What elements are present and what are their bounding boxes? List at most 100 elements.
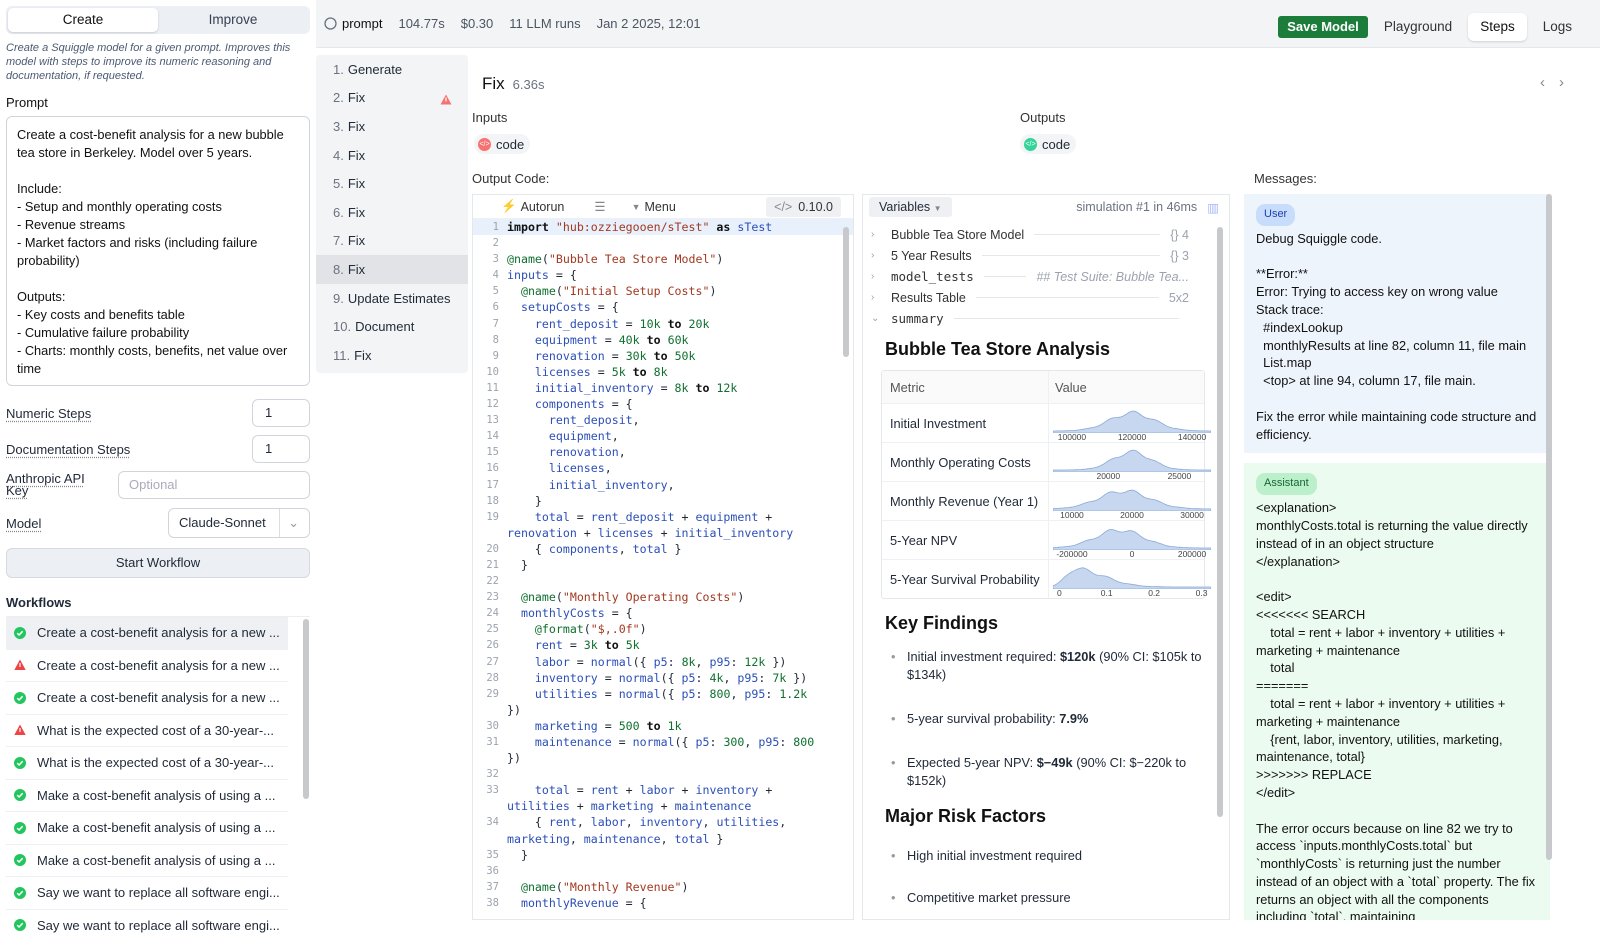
workflow-item[interactable]: Say we want to replace all software engi… xyxy=(6,910,288,935)
workflow-item[interactable]: Create a cost-benefit analysis for a new… xyxy=(6,617,288,650)
tick-label: 10000 xyxy=(1060,510,1084,520)
step-item[interactable]: 11. Fix xyxy=(316,341,468,370)
numeric-steps-input[interactable]: 1 xyxy=(252,399,310,427)
start-workflow-button[interactable]: Start Workflow xyxy=(6,548,310,578)
distribution-cell[interactable]: 10000 20000 30000 xyxy=(1049,482,1211,520)
variable-row[interactable]: › Bubble Tea Store Model {} 4 xyxy=(863,224,1229,245)
step-item[interactable]: 5. Fix xyxy=(316,169,468,198)
code-line: 35 } xyxy=(473,847,853,863)
step-label: Fix xyxy=(347,118,366,134)
code-line: 27 labor = normal({ p5: 8k, p95: 12k }) xyxy=(473,654,853,670)
tab-logs[interactable]: Logs xyxy=(1531,13,1584,41)
step-item[interactable]: 9. Update Estimates xyxy=(316,284,468,313)
line-number: 9 xyxy=(492,349,499,362)
step-item[interactable]: 3. Fix xyxy=(316,112,468,141)
step-item[interactable]: 10. Document xyxy=(316,312,468,341)
step-label: Fix xyxy=(347,204,366,220)
table-row: Initial Investment 100000 120000 140000 xyxy=(882,403,1211,442)
line-number: 6 xyxy=(492,301,499,314)
line-number: 26 xyxy=(486,639,499,652)
tab-create[interactable]: Create xyxy=(8,8,158,32)
chevron-right-icon[interactable]: › xyxy=(871,271,891,282)
menu-button[interactable]: Menu xyxy=(645,200,676,214)
line-number: 30 xyxy=(486,719,499,732)
chevron-left-icon[interactable]: ‹ xyxy=(1540,74,1559,91)
metric-name: 5-Year NPV xyxy=(882,521,1049,559)
finding-value: $−49k xyxy=(1036,755,1073,770)
output-code-chip[interactable]: </> code xyxy=(1020,134,1077,154)
step-item[interactable]: 1. Generate xyxy=(316,55,468,84)
chevron-right-icon[interactable]: › xyxy=(1559,74,1578,91)
workflow-item[interactable]: What is the expected cost of a 30-year-.… xyxy=(6,747,288,780)
panel-icon[interactable]: ▥ xyxy=(1207,200,1219,215)
distribution-cell[interactable]: 100000 120000 140000 xyxy=(1049,404,1211,442)
variable-row[interactable]: ⌄ summary xyxy=(863,308,1229,329)
chevron-right-icon[interactable]: › xyxy=(871,229,891,240)
tab-improve[interactable]: Improve xyxy=(158,8,308,32)
variable-row[interactable]: › Results Table 5x2 xyxy=(863,287,1229,308)
workflow-item[interactable]: What is the expected cost of a 30-year-.… xyxy=(6,715,288,747)
distribution-cell[interactable]: -200000 0 200000 xyxy=(1049,521,1211,559)
tab-playground[interactable]: Playground xyxy=(1372,13,1464,41)
code-line: 2 xyxy=(473,235,853,251)
workflow-scrollbar[interactable] xyxy=(302,617,310,934)
step-item[interactable]: 2. Fix xyxy=(316,84,468,113)
messages-scrollbar[interactable] xyxy=(1546,194,1554,864)
step-label: Document xyxy=(355,319,415,335)
header-value: Value xyxy=(1055,379,1087,395)
editor-scrollbar[interactable] xyxy=(843,227,849,357)
workflow-item[interactable]: Make a cost-benefit analysis of using a … xyxy=(6,780,288,812)
input-code-chip[interactable]: </> code xyxy=(474,134,531,154)
workflow-list: Create a cost-benefit analysis for a new… xyxy=(6,616,310,934)
save-model-button[interactable]: Save Model xyxy=(1278,16,1368,38)
autorun-toggle[interactable]: Autorun xyxy=(521,200,565,214)
code-line: 5 @name("Initial Setup Costs") xyxy=(473,283,853,299)
workflow-item[interactable]: Make a cost-benefit analysis of using a … xyxy=(6,845,288,877)
distribution-cell[interactable]: 0 0.1 0.2 0.3 xyxy=(1049,560,1211,598)
variables-dropdown[interactable]: Variables ▼ xyxy=(869,197,952,217)
editor-toolbar: ⚡ Autorun ☰ ▼ Menu </> 0.10.0 xyxy=(473,195,853,219)
code-lines[interactable]: 1 import "hub:ozziegooen/sTest" as sTest 2… xyxy=(473,219,853,919)
variable-row[interactable]: › 5 Year Results {} 3 xyxy=(863,245,1229,266)
api-key-input[interactable]: Optional xyxy=(118,471,310,499)
chevron-right-icon[interactable]: › xyxy=(871,250,891,261)
warning-icon xyxy=(440,93,452,108)
prompt-textarea[interactable]: Create a cost-benefit analysis for a new… xyxy=(6,116,310,386)
code-line: 6 setupCosts = { xyxy=(473,299,853,315)
step-item[interactable]: 7. Fix xyxy=(316,227,468,256)
step-item[interactable]: 6. Fix xyxy=(316,198,468,227)
model-select[interactable]: Claude-Sonnet ⌄ xyxy=(168,508,310,538)
tab-steps[interactable]: Steps xyxy=(1468,13,1527,41)
step-number: 1. xyxy=(333,61,344,77)
workflow-item[interactable]: Create a cost-benefit analysis for a new… xyxy=(6,650,288,682)
chevron-down-icon[interactable]: ⌄ xyxy=(871,313,891,324)
workflow-item[interactable]: Make a cost-benefit analysis of using a … xyxy=(6,812,288,845)
version-badge[interactable]: </> 0.10.0 xyxy=(766,196,841,217)
chevron-right-icon[interactable]: › xyxy=(871,292,891,303)
step-number: 3. xyxy=(333,118,344,134)
step-label: Fix xyxy=(347,147,366,163)
user-role-badge: User xyxy=(1256,204,1296,226)
distribution-cell[interactable]: 20000 25000 xyxy=(1049,443,1211,481)
format-icon[interactable]: ☰ xyxy=(594,199,605,214)
risk-heading: Major Risk Factors xyxy=(885,806,1047,826)
variable-row[interactable]: › model_tests ## Test Suite: Bubble Tea... xyxy=(863,266,1229,287)
step-number: 9. xyxy=(333,290,344,306)
step-item[interactable]: 8. Fix xyxy=(316,255,468,284)
doc-steps-input[interactable]: 1 xyxy=(252,435,310,463)
variables-scrollbar[interactable] xyxy=(1217,227,1223,817)
line-number: 25 xyxy=(486,623,499,636)
code-line: 36 xyxy=(473,863,853,879)
api-key-label: Anthropic API Key xyxy=(6,471,85,498)
finding-item: Initial investment required: $120k (90% … xyxy=(891,648,1203,684)
code-line: 28 inventory = normal({ p5: 4k, p95: 7k … xyxy=(473,670,853,686)
code-editor[interactable]: ⚡ Autorun ☰ ▼ Menu </> 0.10.0 1 import "hu… xyxy=(472,194,854,920)
input-chip-label: code xyxy=(496,136,525,152)
distribution-chart xyxy=(1053,449,1211,472)
code-line: 22 xyxy=(473,573,853,589)
step-detail: Fix 6.36s ‹› Inputs </> code Outputs </> co… xyxy=(468,48,1600,950)
workflow-item[interactable]: Create a cost-benefit analysis for a new… xyxy=(6,682,288,715)
code-text: total = rent + labor + inventory + xyxy=(534,783,773,798)
workflow-item[interactable]: Say we want to replace all software engi… xyxy=(6,877,288,910)
step-item[interactable]: 4. Fix xyxy=(316,141,468,170)
